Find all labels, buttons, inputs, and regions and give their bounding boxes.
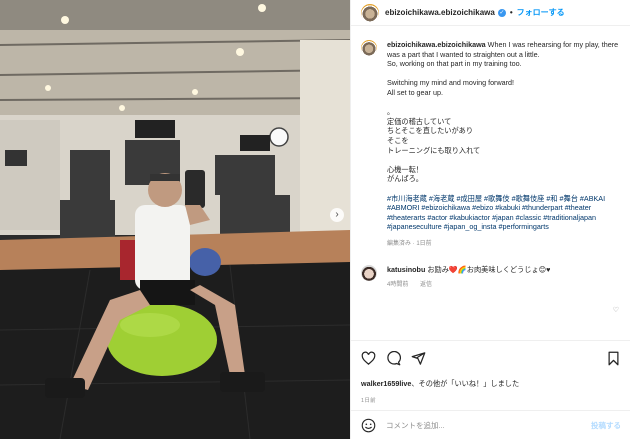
caption-line: 心機一転！ (387, 164, 423, 174)
header-username[interactable]: ebizoichikawa.ebizoichikawa (385, 8, 495, 17)
action-icons (361, 349, 621, 367)
comment-time: 4時間前 (387, 282, 409, 289)
caption-line: ちとそこを直したいがあり (387, 126, 474, 136)
comment-like-heart-icon[interactable]: ♡ (613, 306, 619, 314)
follow-button[interactable]: フォローする (517, 7, 565, 18)
likes-user[interactable]: walker1659live (361, 379, 411, 388)
avatar[interactable] (361, 3, 379, 22)
share-icon[interactable] (411, 351, 426, 366)
carousel-next-icon[interactable]: › (330, 208, 344, 222)
post-side-panel: ebizoichikawa.ebizoichikawa ✓ • フォローする e… (350, 0, 630, 439)
gym-photo-image (0, 0, 350, 439)
caption-body: ebizoichikawa.ebizoichikawa When I was r… (387, 40, 621, 249)
comment-input[interactable] (386, 420, 591, 430)
emoji-icon[interactable] (361, 418, 376, 433)
likes-text: 、その他が「いいね！」しました (411, 379, 520, 388)
comments-area[interactable]: ebizoichikawa.ebizoichikawa When I was r… (351, 26, 630, 339)
caption-meta: 編集済み · 1日前 (387, 240, 432, 247)
caption-line: All set to gear up. (387, 87, 443, 97)
action-bar: walker1659live、その他が「いいね！」しました 1日前 (351, 340, 630, 404)
caption-line: 定価の稽古していて (387, 116, 452, 126)
comment-text: お励み❤️🌈お肉美味しくどうじょ😊♥ (427, 265, 551, 275)
caption-line: トレーニングにも取り入れて (387, 145, 481, 155)
caption-line: そこを (387, 135, 409, 145)
caption-line: がんばろ。 (387, 174, 423, 184)
heart-icon[interactable] (361, 351, 376, 366)
comment-icon[interactable] (386, 350, 401, 366)
post-comment-button[interactable]: 投稿する (591, 420, 621, 431)
verified-badge-icon: ✓ (497, 8, 506, 17)
caption-hashtags[interactable]: #市川海老蔵 #海老蔵 #成田屋 #歌舞伎 #歌舞伎座 #和 #舞台 #ABKA… (387, 194, 621, 232)
post-photo[interactable]: › (0, 0, 350, 439)
caption-line: So, working on that part in my training … (387, 59, 522, 69)
comment-body: katusinobu お励み❤️🌈お肉美味しくどうじょ😊♥ 4時間前 返信 (387, 265, 607, 290)
comment-item: katusinobu お励み❤️🌈お肉美味しくどうじょ😊♥ 4時間前 返信 (361, 265, 621, 290)
likes-summary: walker1659live、その他が「いいね！」しました (361, 379, 621, 389)
add-comment-bar: 投稿する (351, 410, 630, 439)
bookmark-icon[interactable] (606, 351, 621, 366)
caption-avatar[interactable] (361, 40, 377, 56)
caption-line: Switching my mind and moving forward! (387, 78, 515, 88)
caption: ebizoichikawa.ebizoichikawa When I was r… (361, 40, 621, 249)
comment-avatar[interactable] (361, 265, 377, 282)
comment-username[interactable]: katusinobu (387, 265, 425, 274)
post-timestamp[interactable]: 1日前 (361, 396, 621, 404)
post-header: ebizoichikawa.ebizoichikawa ✓ • フォローする (351, 0, 630, 26)
separator-dot: • (509, 8, 513, 17)
reply-button[interactable]: 返信 (420, 282, 432, 288)
comment-meta: 4時間前 返信 (387, 281, 607, 291)
caption-username[interactable]: ebizoichikawa.ebizoichikawa (387, 40, 486, 49)
caption-line: 。 (387, 107, 395, 117)
